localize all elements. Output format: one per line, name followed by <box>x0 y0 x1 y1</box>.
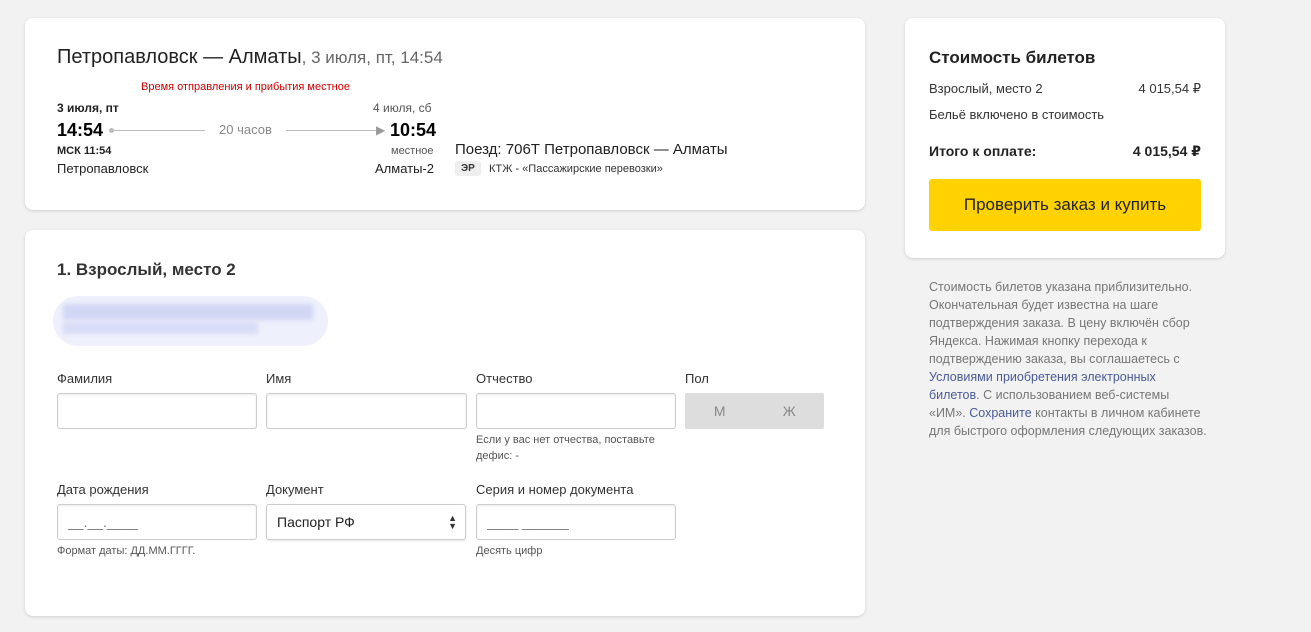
disclaimer-text: Стоимость билетов указана приблизительно… <box>929 280 1193 366</box>
price-disclaimer: Стоимость билетов указана приблизительно… <box>929 278 1209 440</box>
blurred-text <box>63 304 313 320</box>
arrival-time: 10:54 <box>390 120 437 140</box>
passenger-heading: 1. Взрослый, место 2 <box>57 260 236 279</box>
arrival-date: 4 июля, сб <box>373 101 432 115</box>
total-label: Итого к оплате: <box>929 143 1037 159</box>
saved-passenger-chip[interactable] <box>53 296 328 346</box>
trip-title: Петропавловск — Алматы, 3 июля, пт, 14:5… <box>57 46 443 69</box>
first-name-label: Имя <box>266 371 292 386</box>
document-select-value: Паспорт РФ <box>277 514 355 530</box>
doc-number-label: Серия и номер документа <box>476 482 634 497</box>
patronymic-label: Отчество <box>476 371 533 386</box>
birth-date-label: Дата рождения <box>57 482 149 497</box>
linen-note: Бельё включено в стоимость <box>929 107 1105 122</box>
departure-station: Петропавловск <box>57 161 149 176</box>
price-title: Стоимость билетов <box>929 48 1096 67</box>
departure-time: 14:54 <box>57 120 104 140</box>
document-select[interactable]: Паспорт РФ ▲ ▼ <box>266 504 466 540</box>
train-name: Поезд: 706Т Петропавловск — Алматы <box>455 141 728 158</box>
save-contacts-link[interactable]: Сохраните <box>969 406 1031 420</box>
arrival-tz-label: местное <box>391 145 434 157</box>
total-price: 4 015,54 ₽ <box>1132 143 1201 159</box>
birth-date-input[interactable] <box>57 504 257 540</box>
departure-date: 3 июля, пт <box>57 101 119 115</box>
blurred-text <box>63 322 258 334</box>
trip-summary-card: Петропавловск — Алматы, 3 июля, пт, 14:5… <box>25 18 865 210</box>
select-updown-icon: ▲ ▼ <box>448 513 457 531</box>
last-name-input[interactable] <box>57 393 257 429</box>
arrow-right-icon: ▶ <box>376 123 386 137</box>
doc-number-input[interactable] <box>476 504 676 540</box>
carrier-name: КТЖ - «Пассажирские перевозки» <box>489 163 663 175</box>
last-name-label: Фамилия <box>57 371 113 386</box>
trip-duration: 20 часов <box>205 122 286 137</box>
er-badge: ЭР <box>455 161 481 176</box>
gender-female-button[interactable]: Ж <box>755 393 825 429</box>
gender-toggle: М Ж <box>685 393 824 429</box>
local-time-note: Время отправления и прибытия местное <box>141 81 350 93</box>
trip-datetime: , 3 июля, пт, 14:54 <box>301 48 443 67</box>
arrival-station: Алматы-2 <box>375 161 434 176</box>
patronymic-input[interactable] <box>476 393 676 429</box>
adult-ticket-label: Взрослый, место 2 <box>929 81 1043 96</box>
gender-male-button[interactable]: М <box>685 393 755 429</box>
price-summary-card: Стоимость билетов Взрослый, место 2 4 01… <box>905 18 1225 258</box>
check-and-buy-button[interactable]: Проверить заказ и купить <box>929 179 1201 231</box>
birth-date-hint: Формат даты: ДД.ММ.ГГГГ. <box>57 545 196 557</box>
trip-route: Петропавловск — Алматы <box>57 46 302 68</box>
first-name-input[interactable] <box>266 393 467 429</box>
doc-number-hint: Десять цифр <box>476 545 543 557</box>
departure-msk-time: МСК 11:54 <box>57 145 112 157</box>
passenger-form-card: 1. Взрослый, место 2 Фамилия Имя Отчеств… <box>25 230 865 616</box>
gender-label: Пол <box>685 371 709 386</box>
document-label: Документ <box>266 482 324 497</box>
adult-ticket-price: 4 015,54 ₽ <box>1138 81 1202 96</box>
patronymic-hint: Если у вас нет отчества, поставьте дефис… <box>476 434 655 462</box>
